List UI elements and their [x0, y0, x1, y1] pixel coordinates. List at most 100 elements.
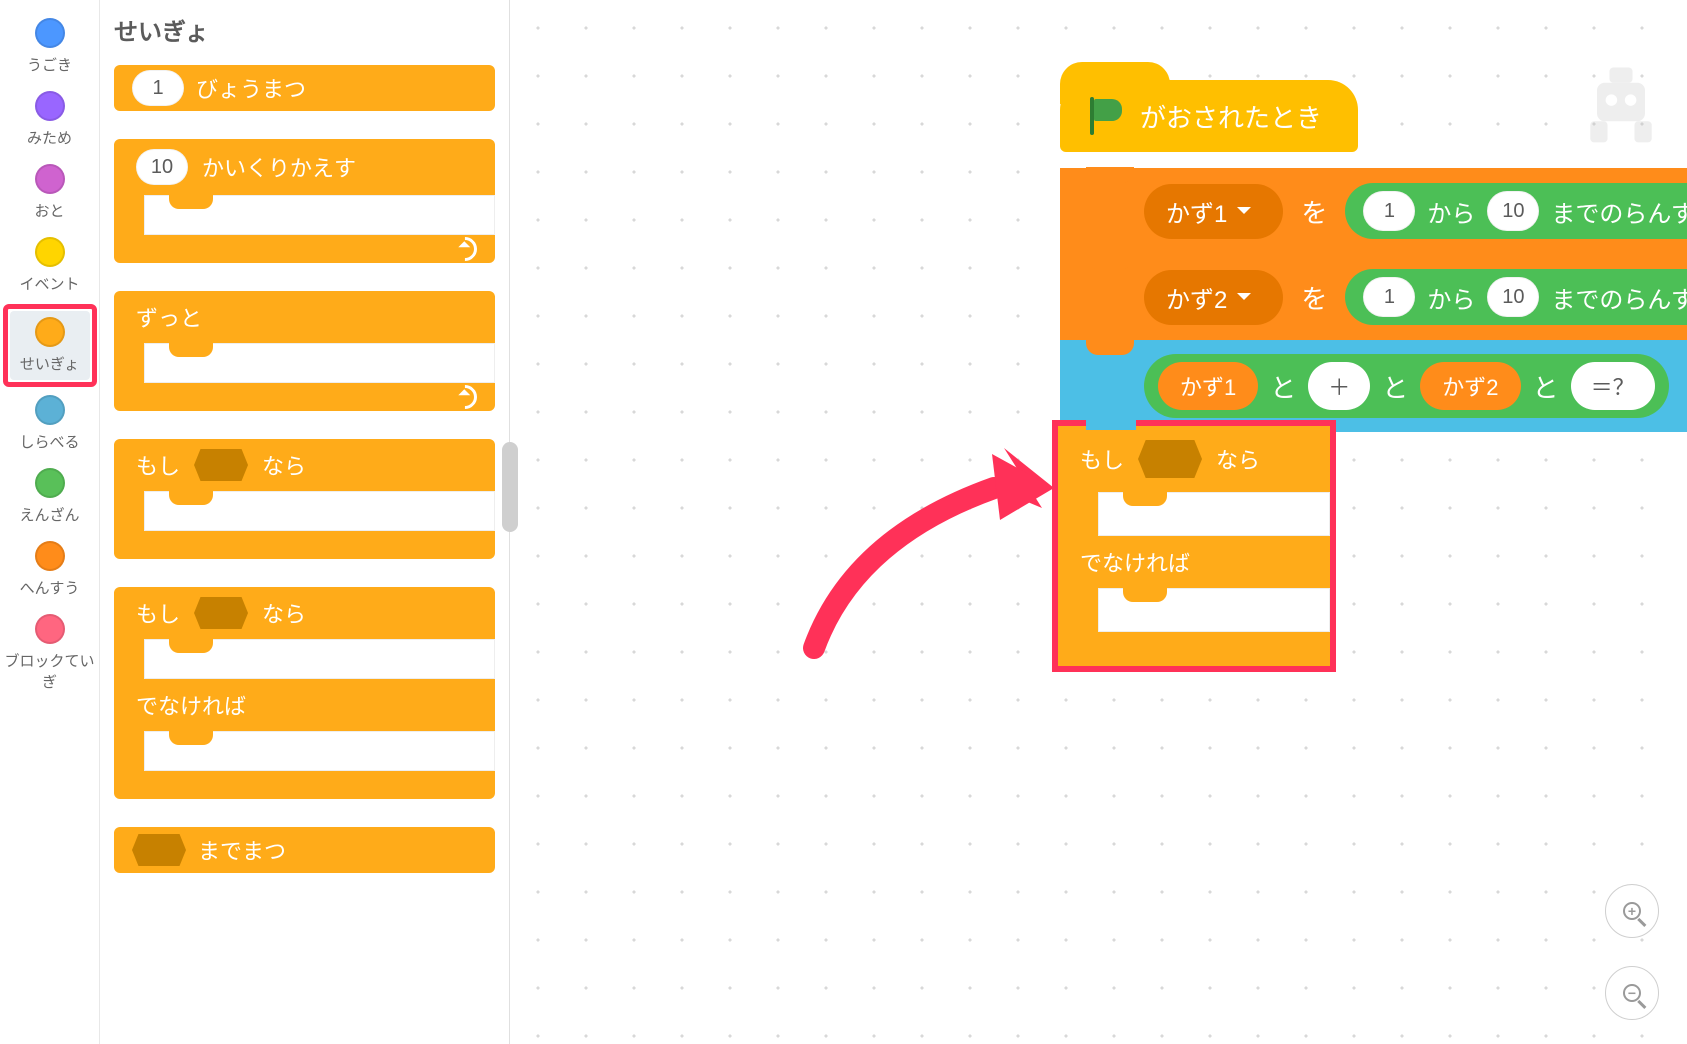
myblocks-dot-icon	[35, 614, 65, 644]
palette-scrollbar[interactable]	[502, 442, 518, 532]
hat-when-flag-clicked[interactable]: がおされたとき	[1060, 80, 1358, 152]
if-condition-slot[interactable]	[194, 449, 248, 481]
ifelse-then-slot[interactable]	[144, 639, 495, 679]
ifelse-nara-label: なら	[1216, 443, 1260, 475]
zoom-in-button[interactable]: +	[1605, 884, 1659, 938]
ifelse-then-slot[interactable]	[1098, 492, 1330, 536]
repeat-body-slot[interactable]	[144, 195, 495, 235]
loop-arrow-icon	[448, 232, 482, 266]
category-sensing[interactable]: しらべる	[5, 389, 95, 460]
block-set-variable-2[interactable]: かず2 を 1 から 10 までのらんすう にする	[1060, 254, 1687, 340]
made-label: までのらんすう	[1551, 280, 1687, 315]
green-flag-icon	[1086, 97, 1122, 135]
palette-title: せいぎょ	[114, 12, 495, 47]
category-looks[interactable]: みため	[5, 85, 95, 156]
looks-dot-icon	[35, 91, 65, 121]
category-label: へんすう	[5, 577, 95, 598]
waituntil-condition-slot[interactable]	[132, 834, 186, 866]
highlighted-if-else-block[interactable]: もし なら でなければ	[1052, 420, 1336, 672]
join-text-input[interactable]: ＝？	[1571, 362, 1655, 410]
category-sound[interactable]: おと	[5, 158, 95, 229]
dropdown-triangle-icon	[1237, 207, 1251, 221]
category-rail: うごき みため おと イベント せいぎょ しらべる えんざん へんすう ブロック…	[0, 0, 100, 1044]
wo-label: を	[1301, 193, 1327, 230]
category-events[interactable]: イベント	[5, 231, 95, 302]
if-nara-label: なら	[262, 449, 306, 481]
kara-label: から	[1427, 280, 1475, 315]
variable-dropdown[interactable]: かず2	[1144, 270, 1283, 325]
block-palette[interactable]: せいぎょ 1 びょうまつ 10 かいくりかえす ずっと もし	[100, 0, 510, 1044]
category-motion[interactable]: うごき	[5, 12, 95, 83]
category-myblocks[interactable]: ブロックていぎ	[5, 608, 95, 700]
wait-seconds-input[interactable]: 1	[132, 70, 184, 106]
block-wait-until[interactable]: までまつ	[114, 827, 495, 873]
block-forever[interactable]: ずっと	[114, 291, 495, 411]
ifelse-else-slot[interactable]	[1098, 588, 1330, 632]
script-workspace[interactable]: がおされたとき かず1 を 1 から 10 までのらんすう にする かず2 を	[510, 0, 1687, 1044]
category-label: せいぎょ	[10, 353, 90, 374]
ifelse-else-label: でなければ	[1080, 546, 1190, 578]
wait-suffix-label: びょうまつ	[196, 72, 306, 104]
random-to-input[interactable]: 10	[1487, 191, 1539, 231]
ifelse-condition-slot[interactable]	[194, 597, 248, 629]
var-reporter[interactable]: かず1	[1158, 362, 1258, 410]
forever-label: ずっと	[136, 301, 202, 333]
category-operators[interactable]: えんざん	[5, 462, 95, 533]
join-text-input[interactable]: ＋	[1308, 362, 1370, 410]
zoom-controls: + −	[1605, 884, 1659, 1020]
block-wait[interactable]: 1 びょうまつ	[114, 65, 495, 111]
waituntil-suffix-label: までまつ	[198, 834, 286, 866]
variable-name: かず1	[1166, 194, 1227, 229]
category-control[interactable]: せいぎょ	[10, 311, 90, 380]
random-to-input[interactable]: 10	[1487, 277, 1539, 317]
block-set-variable-1[interactable]: かず1 を 1 から 10 までのらんすう にする	[1060, 168, 1687, 254]
script-stack[interactable]: かず1 を 1 から 10 までのらんすう にする かず2 を 1 から 10	[1060, 168, 1687, 432]
block-repeat[interactable]: 10 かいくりかえす	[114, 139, 495, 263]
dropdown-triangle-icon	[1237, 293, 1251, 307]
sensing-dot-icon	[35, 395, 65, 425]
kara-label: から	[1427, 194, 1475, 229]
category-label: うごき	[5, 54, 95, 75]
block-if[interactable]: もし なら	[114, 439, 495, 559]
category-label: ブロックていぎ	[5, 650, 95, 692]
ifelse-else-label: でなければ	[136, 689, 246, 721]
if-moshi-label: もし	[136, 449, 180, 481]
block-ask-and-wait[interactable]: かず1 と ＋ と かず2 と ＝？ ときいてまつ	[1060, 340, 1687, 432]
join-to-label: と	[1382, 368, 1408, 405]
loop-arrow-icon	[448, 380, 482, 414]
category-label: おと	[5, 200, 95, 221]
hat-label: がおされたとき	[1140, 98, 1322, 135]
wo-label: を	[1301, 279, 1327, 316]
category-label: えんざん	[5, 504, 95, 525]
category-control-selected-frame: せいぎょ	[3, 304, 97, 387]
block-if-else[interactable]: もし なら でなければ	[114, 587, 495, 799]
sound-dot-icon	[35, 164, 65, 194]
variables-dot-icon	[35, 541, 65, 571]
var-reporter[interactable]: かず2	[1420, 362, 1520, 410]
category-variables[interactable]: へんすう	[5, 535, 95, 606]
random-from-input[interactable]: 1	[1363, 191, 1415, 231]
join-to-label: と	[1533, 368, 1559, 405]
category-label: しらべる	[5, 431, 95, 452]
made-label: までのらんすう	[1551, 194, 1687, 229]
operators-dot-icon	[35, 468, 65, 498]
random-reporter[interactable]: 1 から 10 までのらんすう	[1345, 183, 1687, 239]
motion-dot-icon	[35, 18, 65, 48]
ifelse-condition-slot[interactable]	[1138, 440, 1202, 478]
zoom-in-icon: +	[1623, 902, 1641, 920]
sprite-watermark-icon	[1573, 54, 1669, 150]
repeat-count-input[interactable]: 10	[136, 149, 188, 185]
ifelse-nara-label: なら	[262, 597, 306, 629]
random-reporter[interactable]: 1 から 10 までのらんすう	[1345, 269, 1687, 325]
ifelse-else-slot[interactable]	[144, 731, 495, 771]
forever-body-slot[interactable]	[144, 343, 495, 383]
variable-dropdown[interactable]: かず1	[1144, 184, 1283, 239]
category-label: みため	[5, 127, 95, 148]
zoom-out-button[interactable]: −	[1605, 966, 1659, 1020]
repeat-suffix-label: かいくりかえす	[202, 151, 356, 183]
variable-name: かず2	[1166, 280, 1227, 315]
join-reporter[interactable]: かず1 と ＋ と かず2 と ＝？	[1144, 354, 1669, 418]
if-body-slot[interactable]	[144, 491, 495, 531]
zoom-out-icon: −	[1623, 984, 1641, 1002]
random-from-input[interactable]: 1	[1363, 277, 1415, 317]
